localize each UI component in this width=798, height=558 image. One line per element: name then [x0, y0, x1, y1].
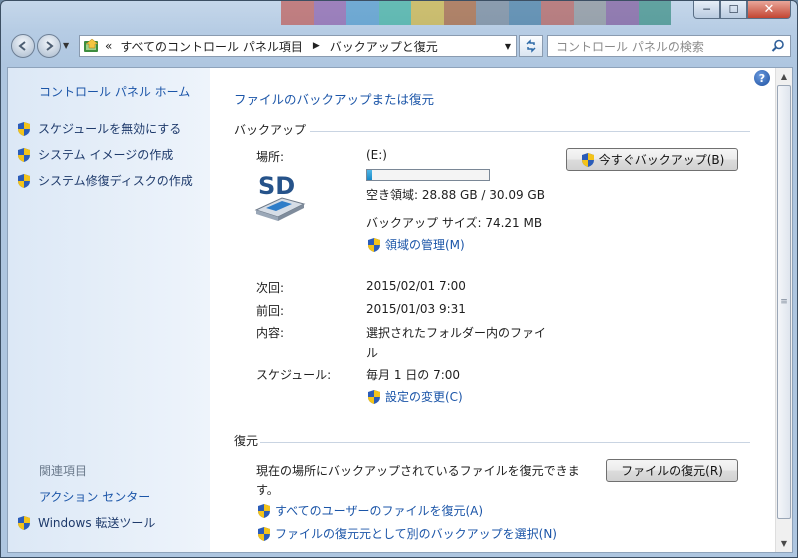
main-pane: ファイルのバックアップまたは復元 バックアップ 場所: (E:) SD 空き領域… — [210, 68, 776, 552]
search-placeholder: コントロール パネルの検索 — [556, 39, 704, 54]
arrow-left-icon — [18, 41, 26, 51]
sd-card-drive-icon: SD — [254, 172, 306, 221]
task-create-repair-disc[interactable]: システム修復ディスクの作成 — [16, 172, 193, 189]
control-panel-home-link[interactable]: コントロール パネル ホーム — [39, 83, 190, 100]
page-title-link[interactable]: ファイルのバックアップまたは復元 — [234, 89, 434, 108]
capacity-bar-fill — [367, 170, 372, 180]
manage-space-link[interactable]: 領域の管理(M) — [366, 236, 465, 253]
uac-shield-icon — [18, 515, 30, 530]
uac-shield-icon — [18, 121, 30, 136]
uac-shield-icon — [368, 389, 380, 404]
forward-button[interactable] — [37, 34, 61, 58]
breadcrumb-all-items[interactable]: すべてのコントロール パネル項目 — [116, 38, 307, 55]
drive-name: (E:) — [366, 148, 387, 162]
breadcrumb-overflow[interactable]: « — [101, 39, 116, 53]
restore-files-button[interactable]: ファイルの復元(R) — [606, 459, 738, 482]
backup-size-text: バックアップ サイズ: 74.21 MB — [366, 216, 543, 230]
manage-space-label: 領域の管理(M) — [385, 238, 465, 252]
restore-description-line1: 現在の場所にバックアップされているファイルを復元できま — [256, 464, 580, 478]
address-bar[interactable]: « すべてのコントロール パネル項目 ▶ バックアップと復元 ▼ — [79, 35, 517, 57]
content-area: コントロール パネル ホーム スケジュールを無効にする システム イメージの作成… — [7, 67, 793, 553]
uac-shield-icon — [368, 237, 380, 252]
uac-shield-icon — [258, 503, 270, 518]
back-button[interactable] — [11, 34, 35, 58]
scroll-up-arrow[interactable]: ▲ — [776, 68, 792, 85]
select-other-backup-link[interactable]: ファイルの復元元として別のバックアップを選択(N) — [256, 525, 557, 542]
refresh-icon — [526, 39, 536, 53]
related-heading: 関連項目 — [39, 464, 88, 478]
task-label: システム修復ディスクの作成 — [38, 174, 193, 188]
backup-now-label: 今すぐバックアップ(B) — [598, 153, 725, 167]
chevron-right-icon[interactable]: ▶ — [307, 41, 326, 51]
arrow-right-icon — [46, 41, 54, 51]
help-icon[interactable]: ? — [754, 70, 770, 86]
action-center-link[interactable]: アクション センター — [39, 488, 150, 505]
contents-value-line1: 選択されたフォルダー内のファイ — [366, 326, 547, 340]
select-other-backup-label: ファイルの復元元として別のバックアップを選択(N) — [275, 527, 557, 541]
next-backup-label: 次回: — [256, 281, 285, 295]
control-panel-icon — [84, 38, 99, 52]
restore-all-users-link[interactable]: すべてのユーザーのファイルを復元(A) — [256, 502, 483, 519]
next-backup-value: 2015/02/01 7:00 — [366, 279, 466, 293]
breadcrumb-backup-restore[interactable]: バックアップと復元 — [326, 38, 442, 55]
capacity-bar — [366, 169, 490, 181]
uac-shield-icon — [18, 147, 30, 162]
task-label: Windows 転送ツール — [38, 516, 156, 530]
task-disable-schedule[interactable]: スケジュールを無効にする — [16, 120, 181, 137]
windows-easy-transfer-link[interactable]: Windows 転送ツール — [16, 514, 155, 531]
backup-section-title: バックアップ — [234, 123, 307, 137]
scroll-down-arrow[interactable]: ▼ — [776, 535, 792, 552]
restore-section-title: 復元 — [234, 434, 259, 448]
chevron-down-icon[interactable]: ▼ — [500, 42, 516, 51]
contents-label: 内容: — [256, 326, 285, 340]
last-backup-label: 前回: — [256, 304, 285, 318]
restore-files-label: ファイルの復元(R) — [621, 464, 723, 478]
sd-label: SD — [258, 172, 295, 200]
last-backup-value: 2015/01/03 9:31 — [366, 302, 466, 316]
minimize-button[interactable]: ─ — [693, 1, 720, 19]
restore-description-line2: す。 — [256, 483, 279, 497]
change-settings-label: 設定の変更(C) — [385, 390, 463, 404]
restore-all-users-label: すべてのユーザーのファイルを復元(A) — [275, 504, 484, 518]
caption-buttons: ─ ☐ ✕ — [693, 1, 791, 21]
close-button[interactable]: ✕ — [747, 1, 791, 19]
schedule-value: 毎月 1 日の 7:00 — [366, 368, 461, 382]
titlebar-background-strip — [281, 1, 671, 25]
uac-shield-icon — [581, 152, 594, 167]
left-pane: コントロール パネル ホーム スケジュールを無効にする システム イメージの作成… — [8, 68, 210, 552]
search-input[interactable]: コントロール パネルの検索 — [547, 35, 791, 57]
window: ─ ☐ ✕ ▼ « すべてのコントロール パネル項目 ▶ バックアップと復元 ▼ — [0, 0, 798, 558]
free-space-text: 空き領域: 28.88 GB / 30.09 GB — [366, 188, 545, 202]
task-label: スケジュールを無効にする — [38, 122, 182, 136]
vertical-scrollbar[interactable]: ▲ ≡ ▼ — [775, 68, 792, 552]
section-divider — [310, 131, 750, 132]
uac-shield-icon — [258, 526, 270, 541]
recent-pages-dropdown[interactable]: ▼ — [63, 41, 69, 50]
location-label: 場所: — [256, 150, 285, 164]
backup-now-button[interactable]: 今すぐバックアップ(B) — [566, 148, 738, 171]
task-label: システム イメージの作成 — [38, 148, 174, 162]
navigation-bar: ▼ « すべてのコントロール パネル項目 ▶ バックアップと復元 ▼ コントロー… — [7, 31, 793, 61]
uac-shield-icon — [18, 173, 30, 188]
task-create-system-image[interactable]: システム イメージの作成 — [16, 146, 173, 163]
section-divider — [260, 442, 750, 443]
search-icon[interactable] — [771, 39, 785, 53]
contents-value-line2: ル — [366, 346, 379, 360]
schedule-label: スケジュール: — [256, 368, 332, 382]
change-settings-link[interactable]: 設定の変更(C) — [366, 388, 463, 405]
scrollbar-thumb[interactable]: ≡ — [777, 85, 791, 519]
refresh-button[interactable] — [519, 35, 543, 57]
maximize-button[interactable]: ☐ — [720, 1, 747, 19]
